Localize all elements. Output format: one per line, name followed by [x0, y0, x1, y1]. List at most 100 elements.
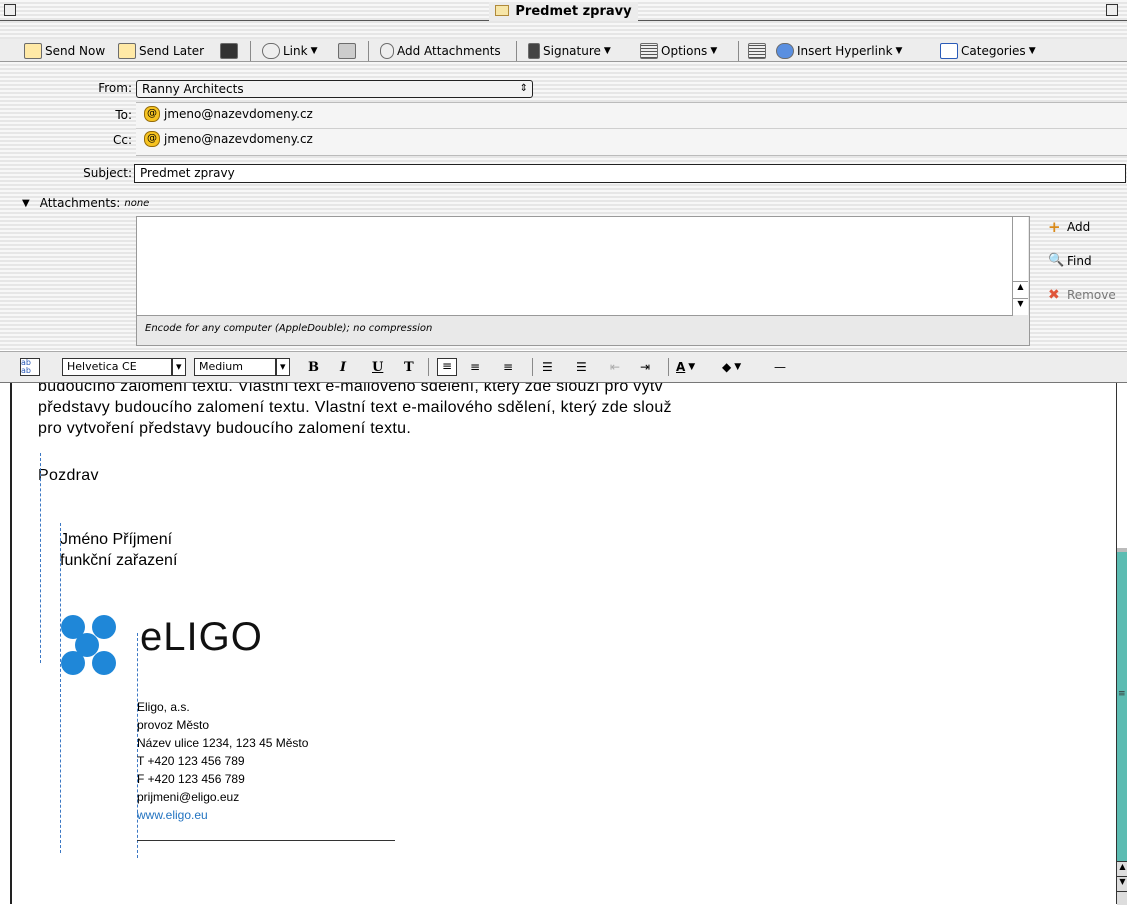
options-label: Options	[661, 44, 708, 58]
paint-bucket-icon: ◆	[722, 360, 732, 374]
text-color-icon: A	[676, 360, 686, 374]
company-website-link[interactable]: www.eligo.eu	[137, 806, 308, 824]
text-color-button[interactable]: A ▼	[676, 358, 695, 376]
company-email[interactable]: prijmeni@eligo.euz	[137, 788, 308, 806]
decrease-indent-button[interactable]: ⇤	[610, 358, 620, 376]
cc-value: jmeno@nazevdomeny.cz	[164, 132, 313, 146]
chevron-down-icon: ▼	[688, 362, 696, 372]
find-label: Find	[1067, 254, 1092, 268]
signature-position: funkční zařazení	[60, 552, 178, 569]
spellcheck-icon: ab ab	[20, 358, 40, 376]
attachments-scrollbar[interactable]: ▲ ▼	[1013, 217, 1028, 315]
format-list-button[interactable]	[748, 41, 769, 61]
spellcheck-button[interactable]: ab ab	[20, 358, 40, 376]
paperclip-icon	[380, 43, 394, 59]
attachments-list[interactable]	[137, 217, 1013, 316]
zoom-box-icon[interactable]	[1106, 4, 1118, 16]
subject-label: Subject:	[83, 166, 132, 180]
company-name: Eligo, a.s.	[137, 700, 190, 714]
align-left-button[interactable]: ≡	[437, 358, 457, 376]
italic-button[interactable]: I	[340, 358, 346, 376]
align-center-icon: ≡	[470, 360, 481, 374]
encode-setting[interactable]: Encode for any computer (AppleDouble); n…	[145, 323, 432, 334]
horizontal-rule-icon: —	[774, 360, 786, 374]
attachments-label: Attachments:	[39, 196, 121, 210]
bulleted-list-button[interactable]: ☰	[576, 358, 587, 376]
attachments-value: none	[124, 197, 150, 209]
send-later-icon	[118, 43, 136, 59]
signature-block[interactable]: Jméno Příjmení funkční zařazení	[60, 529, 177, 571]
increase-indent-button[interactable]: ⇥	[640, 358, 650, 376]
subject-input[interactable]: Predmet zpravy	[134, 164, 1126, 183]
toolbar-separator	[368, 41, 369, 61]
categories-label: Categories	[961, 44, 1026, 58]
company-info: Eligo, a.s. provoz Město Název ulice 123…	[137, 698, 308, 824]
numbered-list-button[interactable]: ☰	[542, 358, 553, 376]
add-attachments-button[interactable]: Add Attachments	[380, 41, 501, 61]
scroll-up-icon[interactable]: ▲	[1013, 281, 1028, 298]
options-icon	[640, 43, 658, 59]
to-recipient[interactable]: @ jmeno@nazevdomeny.cz	[144, 106, 313, 122]
scroll-grip-icon: ≡	[1118, 689, 1126, 699]
toolbar-top-strip	[0, 21, 1127, 39]
chevron-down-icon: ▼	[710, 46, 718, 56]
delete-button[interactable]	[338, 41, 359, 61]
chevron-down-icon: ▼	[1028, 46, 1036, 56]
options-button[interactable]: Options ▼	[640, 41, 717, 61]
align-center-button[interactable]: ≡	[470, 358, 480, 376]
size-select[interactable]: Medium ▾	[194, 358, 290, 376]
from-popup[interactable]: Ranny Architects ⇕	[136, 80, 533, 98]
table-guide-line	[60, 523, 61, 853]
disclosure-triangle-icon: ▼	[22, 197, 30, 209]
teletype-button[interactable]: T	[404, 358, 414, 376]
bold-button[interactable]: B	[308, 358, 319, 376]
to-label: To:	[115, 108, 132, 122]
increase-indent-icon: ⇥	[640, 360, 651, 374]
send-later-button[interactable]: Send Later	[118, 41, 204, 61]
insert-hyperlink-button[interactable]: Insert Hyperlink ▼	[776, 41, 902, 61]
pen-icon	[528, 43, 540, 59]
cc-recipient[interactable]: @ jmeno@nazevdomeny.cz	[144, 131, 313, 147]
link-label: Link	[283, 44, 308, 58]
save-button[interactable]	[220, 41, 241, 61]
send-now-button[interactable]: Send Now	[24, 41, 105, 61]
chevron-down-icon: ▼	[895, 46, 903, 56]
greeting: Pozdrav	[38, 467, 99, 484]
format-separator	[668, 358, 669, 376]
toolbar-separator	[516, 41, 517, 61]
chevron-down-icon: ▾	[172, 358, 186, 376]
align-right-button[interactable]: ≡	[503, 358, 513, 376]
font-value: Helvetica CE	[62, 358, 172, 376]
add-attachments-label: Add Attachments	[397, 44, 501, 58]
scroll-down-icon[interactable]: ▼	[1117, 876, 1127, 891]
signature-button[interactable]: Signature ▼	[528, 41, 611, 61]
add-attachment-button[interactable]: + Add	[1048, 220, 1090, 235]
floppy-disk-icon	[220, 43, 238, 59]
body-line-1: budoucího zalomení textu. Vlastní text e…	[38, 383, 663, 395]
chevron-down-icon: ▼	[734, 362, 742, 372]
message-text[interactable]: budoucího zalomení textu. Vlastní text e…	[38, 383, 873, 486]
highlight-color-button[interactable]: ◆ ▼	[722, 358, 741, 376]
categories-button[interactable]: Categories ▼	[940, 41, 1036, 61]
resize-grip-icon[interactable]	[1117, 891, 1127, 905]
font-select[interactable]: Helvetica CE ▾	[62, 358, 186, 376]
send-now-icon	[24, 43, 42, 59]
horizontal-rule-button[interactable]: —	[774, 358, 786, 376]
scroll-down-icon[interactable]: ▼	[1013, 298, 1028, 315]
underline-button[interactable]: U	[372, 358, 383, 376]
signature-name: Jméno Příjmení	[60, 531, 173, 548]
find-attachment-button[interactable]: 🔍 Find	[1048, 254, 1092, 269]
decrease-indent-icon: ⇤	[610, 360, 621, 374]
message-body[interactable]: budoucího zalomení textu. Vlastní text e…	[10, 383, 1118, 904]
body-scrollbar[interactable]: ≡ ▲ ▼	[1116, 383, 1127, 905]
remove-attachment-button[interactable]: ✖ Remove	[1048, 288, 1116, 302]
title-bar[interactable]: Predmet zpravy	[0, 0, 1127, 21]
size-value: Medium	[194, 358, 276, 376]
attachments-toggle[interactable]: ▼ Attachments: none	[22, 196, 149, 210]
scrollbar-thumb[interactable]	[1117, 548, 1127, 552]
signature-label: Signature	[543, 44, 601, 58]
format-separator	[428, 358, 429, 376]
link-button[interactable]: Link ▼	[262, 41, 318, 61]
send-later-label: Send Later	[139, 44, 205, 58]
scroll-up-icon[interactable]: ▲	[1117, 861, 1127, 876]
